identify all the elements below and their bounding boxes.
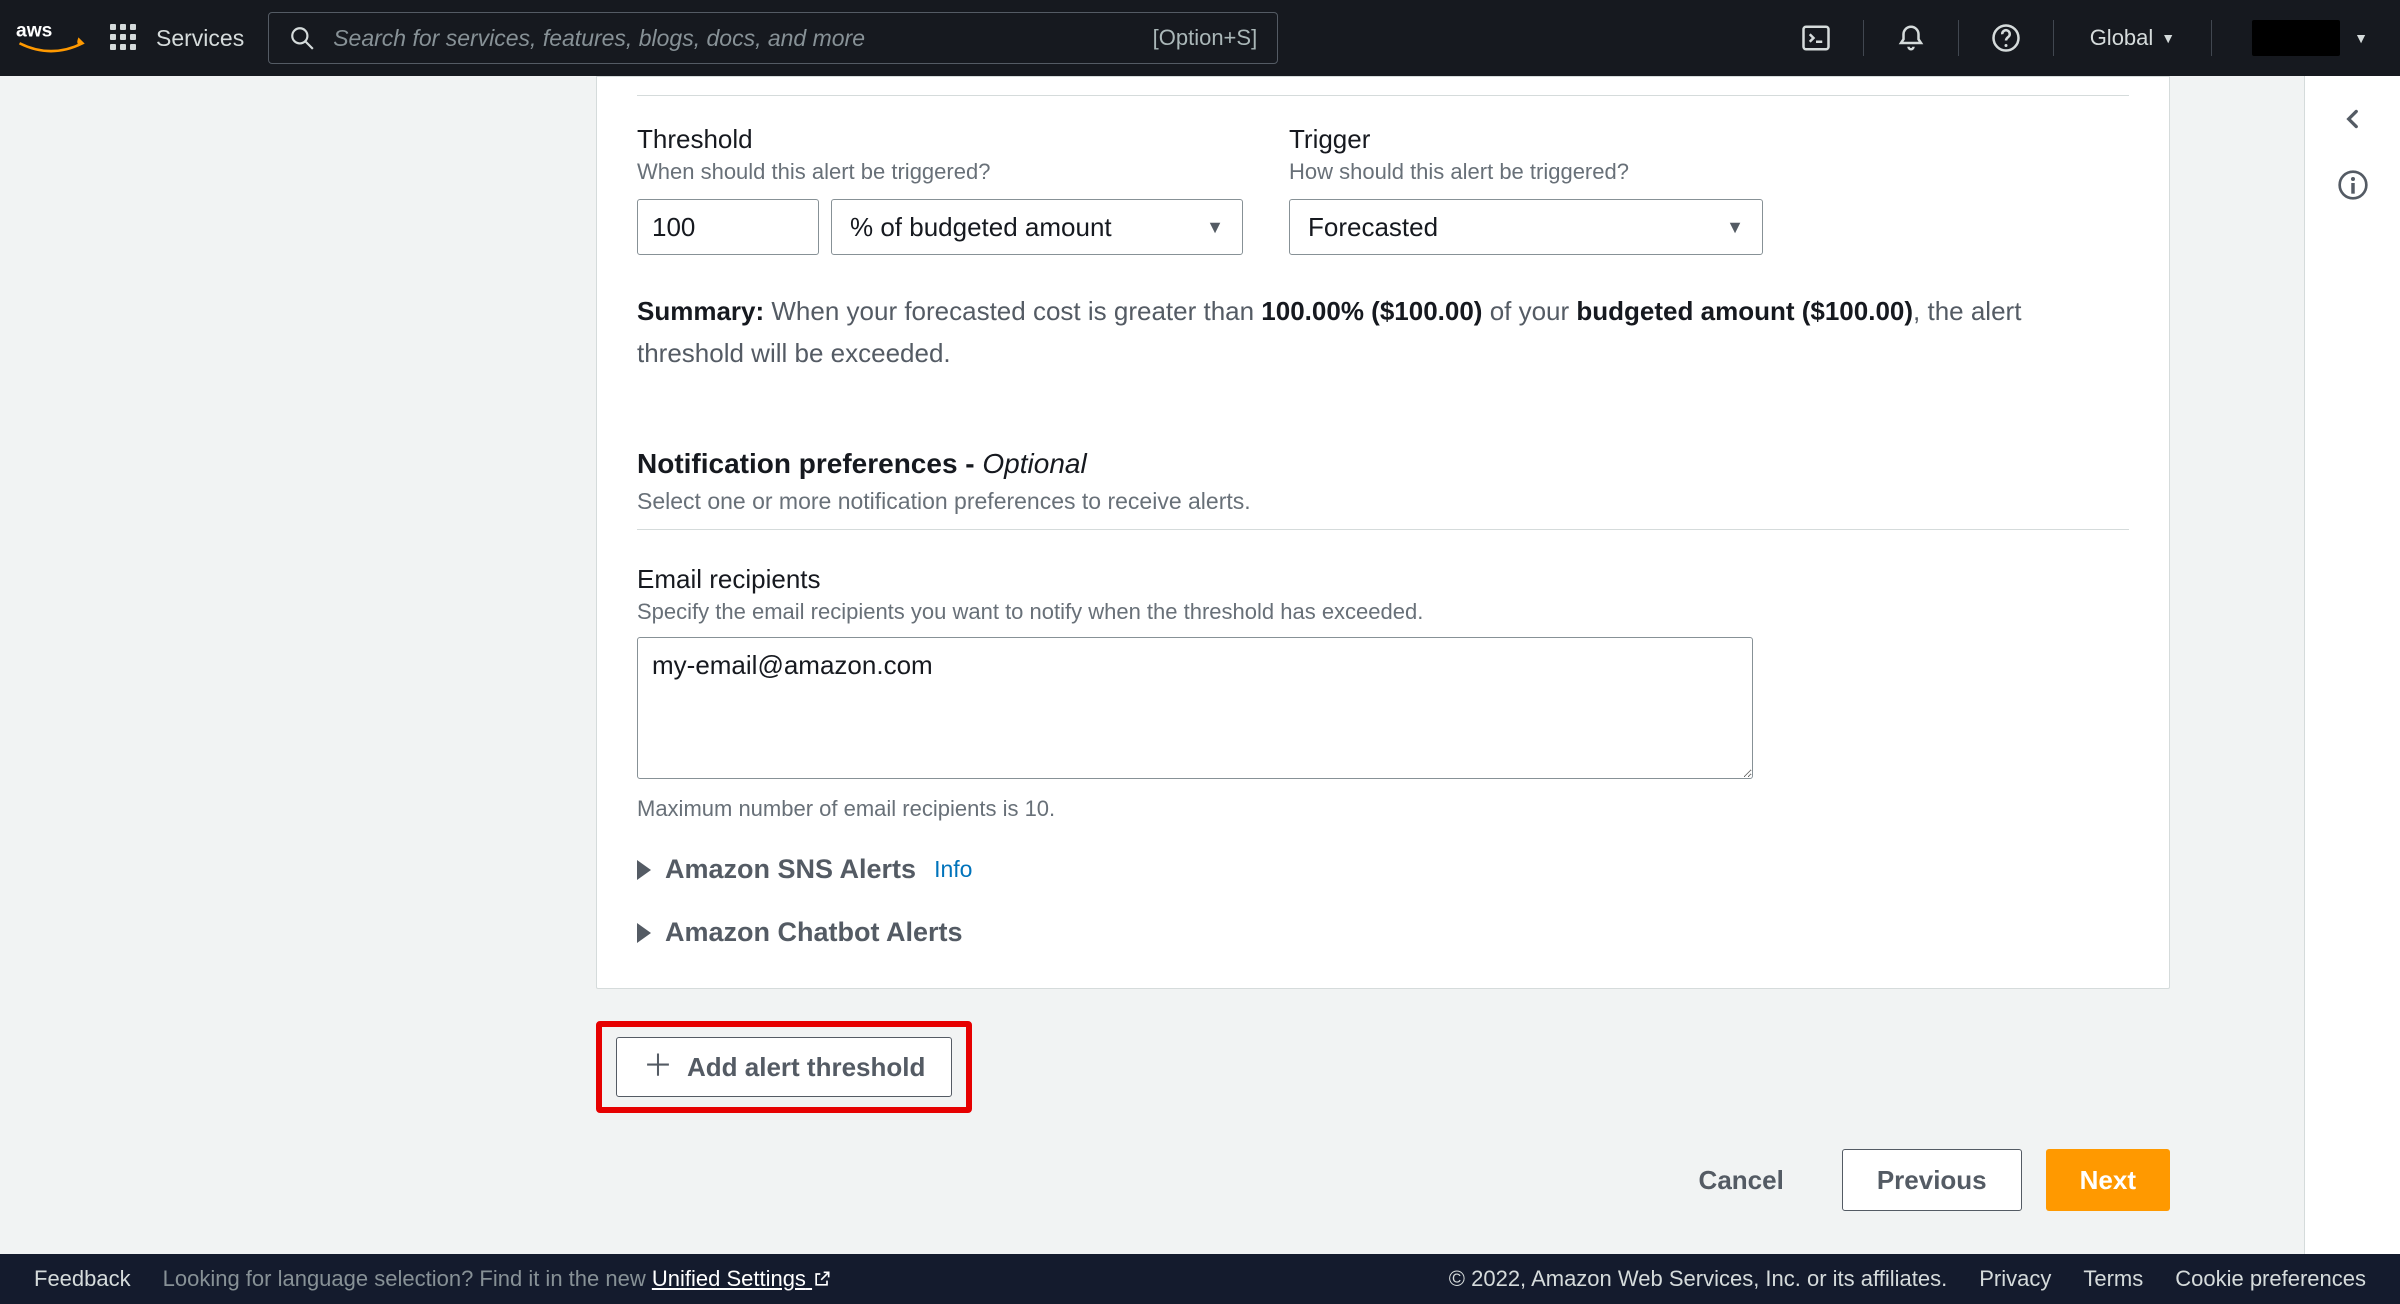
next-button[interactable]: Next — [2046, 1149, 2170, 1211]
previous-button[interactable]: Previous — [1842, 1149, 2022, 1211]
trigger-label: Trigger — [1289, 124, 1789, 155]
plus-icon: ＋ — [643, 1052, 673, 1082]
search-shortcut: [Option+S] — [1153, 25, 1258, 51]
console-footer: Feedback Looking for language selection?… — [0, 1254, 2400, 1304]
notification-prefs-header: Notification preferences - Optional — [637, 448, 2129, 480]
account-id-redacted — [2252, 20, 2340, 56]
sns-alerts-expander[interactable]: Amazon SNS Alerts Info — [637, 854, 2129, 885]
language-hint: Looking for language selection? Find it … — [163, 1266, 832, 1292]
caret-down-icon: ▼ — [1206, 217, 1224, 238]
email-recipients-label: Email recipients — [637, 564, 2129, 595]
account-menu[interactable]: ▼ — [2236, 20, 2384, 56]
divider — [637, 529, 2129, 530]
threshold-unit-select[interactable]: % of budgeted amount▼ — [831, 199, 1243, 255]
trigger-field: Trigger How should this alert be trigger… — [1289, 124, 1789, 255]
notification-prefs-sub: Select one or more notification preferen… — [637, 488, 2129, 515]
email-max-note: Maximum number of email recipients is 10… — [637, 796, 2129, 822]
email-recipients-sub: Specify the email recipients you want to… — [637, 599, 2129, 625]
services-link[interactable]: Services — [156, 25, 244, 52]
region-selector[interactable]: Global▼ — [2078, 25, 2187, 51]
info-link[interactable]: Info — [934, 856, 972, 883]
info-circle-icon[interactable] — [2332, 164, 2374, 206]
copyright: © 2022, Amazon Web Services, Inc. or its… — [1449, 1266, 1947, 1292]
email-recipients-textarea[interactable]: my-email@amazon.com — [637, 637, 1753, 779]
threshold-label: Threshold — [637, 124, 1247, 155]
threshold-sub: When should this alert be triggered? — [637, 159, 1247, 185]
caret-down-icon: ▼ — [2161, 30, 2175, 46]
triangle-right-icon — [637, 860, 651, 880]
global-search[interactable]: [Option+S] — [268, 12, 1278, 64]
highlight-box: ＋ Add alert threshold — [596, 1021, 972, 1113]
terms-link[interactable]: Terms — [2083, 1266, 2143, 1292]
threshold-input[interactable] — [637, 199, 819, 255]
help-icon[interactable] — [1983, 15, 2029, 61]
alert-config-panel: Threshold When should this alert be trig… — [596, 76, 2170, 989]
search-icon — [289, 25, 315, 51]
add-threshold-wrap: ＋ Add alert threshold — [596, 1021, 2170, 1113]
notifications-icon[interactable] — [1888, 15, 1934, 61]
external-link-icon — [812, 1269, 832, 1289]
help-panel-rail — [2304, 76, 2400, 1254]
cloudshell-icon[interactable] — [1793, 15, 1839, 61]
wizard-buttons: Cancel Previous Next — [596, 1149, 2170, 1211]
content-column: Threshold When should this alert be trig… — [596, 76, 2170, 1254]
search-input[interactable] — [331, 24, 1136, 53]
threshold-field: Threshold When should this alert be trig… — [637, 124, 1247, 255]
privacy-link[interactable]: Privacy — [1979, 1266, 2051, 1292]
aws-logo[interactable]: aws — [16, 17, 86, 59]
unified-settings-link[interactable]: Unified Settings — [652, 1266, 832, 1291]
add-alert-threshold-button[interactable]: ＋ Add alert threshold — [616, 1037, 952, 1097]
cookie-prefs-link[interactable]: Cookie preferences — [2175, 1266, 2366, 1292]
trigger-sub: How should this alert be triggered? — [1289, 159, 1789, 185]
caret-down-icon: ▼ — [2354, 30, 2368, 46]
trigger-select[interactable]: Forecasted▼ — [1289, 199, 1763, 255]
triangle-right-icon — [637, 923, 651, 943]
divider — [637, 95, 2129, 96]
caret-down-icon: ▼ — [1726, 217, 1744, 238]
feedback-link[interactable]: Feedback — [34, 1266, 131, 1292]
collapse-help-icon[interactable] — [2332, 98, 2374, 140]
page-body: Threshold When should this alert be trig… — [0, 76, 2400, 1254]
svg-text:aws: aws — [16, 20, 52, 41]
cancel-button[interactable]: Cancel — [1665, 1149, 1818, 1211]
chatbot-alerts-expander[interactable]: Amazon Chatbot Alerts — [637, 917, 2129, 948]
global-nav: aws Services [Option+S] Global▼ ▼ — [0, 0, 2400, 76]
summary-text: Summary: When your forecasted cost is gr… — [637, 291, 2077, 374]
services-grid-icon[interactable] — [110, 24, 138, 52]
